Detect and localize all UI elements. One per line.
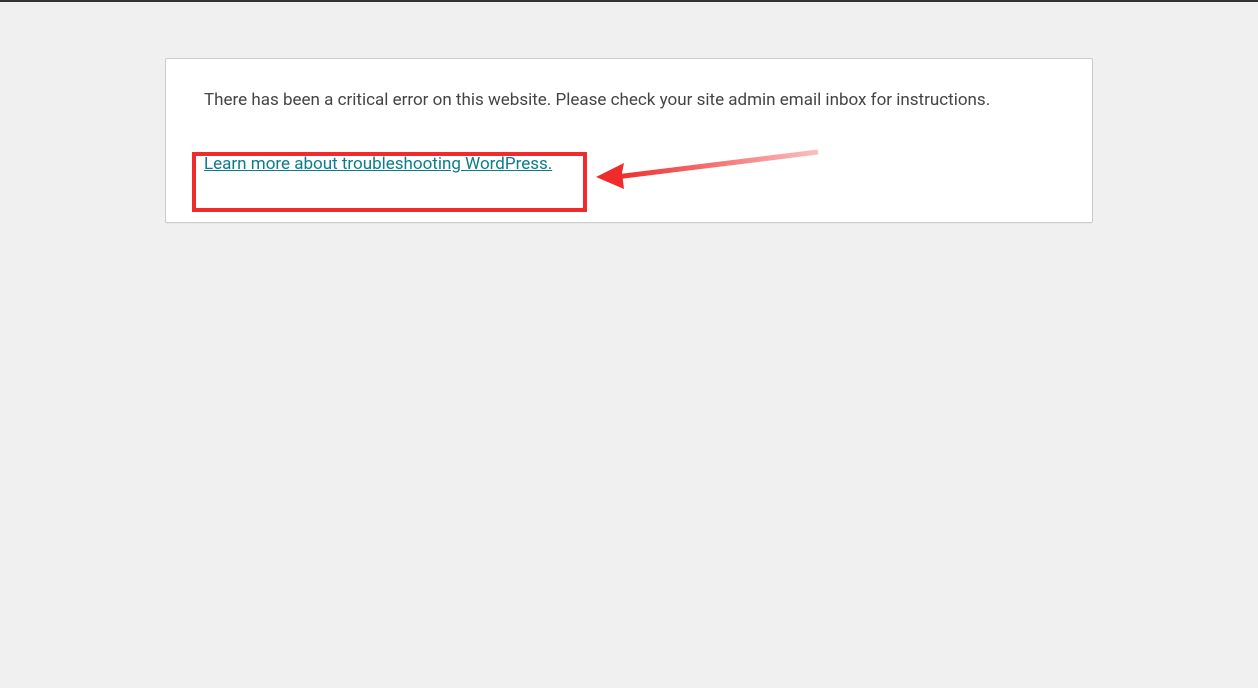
error-message: There has been a critical error on this … (204, 87, 1054, 114)
annotation-arrow-icon (596, 149, 826, 199)
error-card: There has been a critical error on this … (165, 58, 1093, 223)
troubleshoot-link-wrapper: Learn more about troubleshooting WordPre… (193, 142, 576, 188)
troubleshoot-link[interactable]: Learn more about troubleshooting WordPre… (204, 154, 552, 174)
